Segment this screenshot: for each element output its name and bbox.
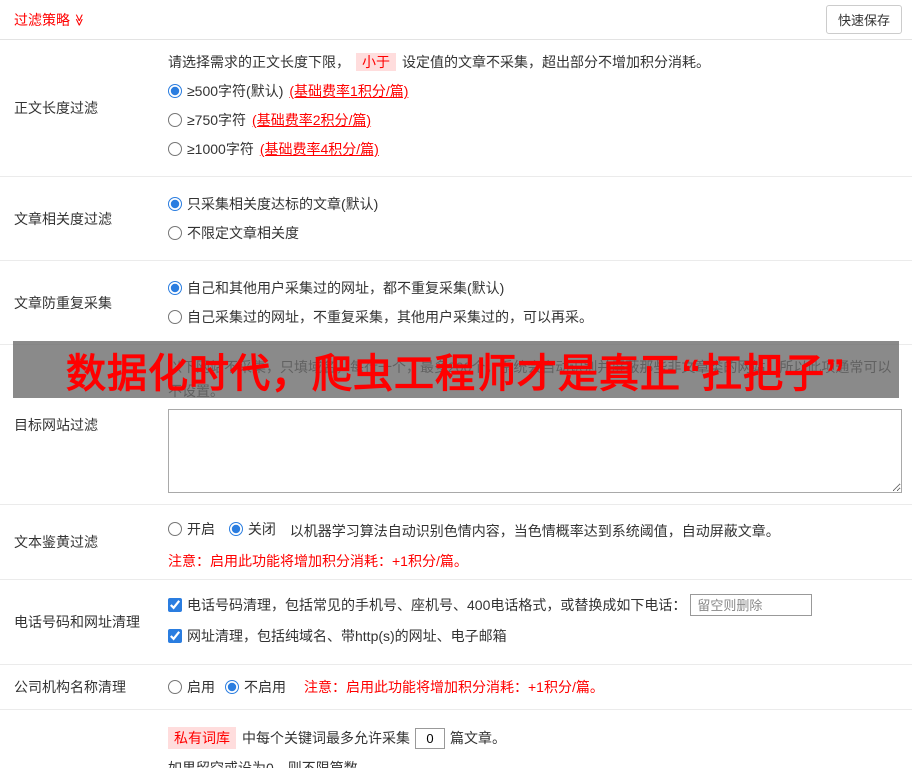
keyword-dedup-content: 私有词库 中每个关键词最多允许采集 篇文章。 如果留空或设为0，则不限篇数。 如…: [168, 710, 912, 768]
company-cleanup-note: 注意：启用此功能将增加积分消耗：+1积分/篇。: [304, 679, 604, 695]
company-cleanup-label: 公司机构名称清理: [14, 679, 126, 695]
length-radio-750[interactable]: [168, 113, 182, 127]
intro-text-pre: 请选择需求的正文长度下限，: [168, 54, 350, 70]
length-option-1000[interactable]: ≥1000字符 (基础费率4积分/篇): [168, 139, 902, 159]
row-dedup-filter: 文章防重复采集 自己和其他用户采集过的网址，都不重复采集(默认) 自己采集过的网…: [0, 261, 912, 345]
porn-option-on-label: 开启: [187, 521, 215, 537]
page-title[interactable]: 过滤策略 ≫: [14, 10, 86, 30]
phone-url-cleanup-content: 电话号码清理，包括常见的手机号、座机号、400电话格式，或替换成如下电话： 网址…: [168, 580, 912, 664]
relevance-option-strict[interactable]: 只采集相关度达标的文章(默认): [168, 194, 902, 214]
porn-option-off[interactable]: 关闭: [228, 519, 276, 539]
company-option-on-label: 启用: [187, 679, 215, 695]
url-cleanup-label: 网址清理，包括纯域名、带http(s)的网址、电子邮箱: [187, 628, 507, 644]
length-option-750-label: ≥750字符: [187, 112, 247, 128]
length-option-500-label: ≥500字符(默认): [187, 83, 284, 99]
relevance-radio-any[interactable]: [168, 226, 182, 240]
length-filter-label: 正文长度过滤: [14, 100, 98, 116]
company-radio-on[interactable]: [168, 680, 182, 694]
row-relevance-filter: 文章相关度过滤 只采集相关度达标的文章(默认) 不限定文章相关度: [0, 177, 912, 261]
row-keyword-dedup: 关键词防重复采集 私有词库 中每个关键词最多允许采集 篇文章。 如果留空或设为0…: [0, 710, 912, 768]
relevance-radio-strict[interactable]: [168, 197, 182, 211]
collapse-icon[interactable]: ≫: [72, 13, 86, 26]
length-option-500-fee-note: (基础费率1积分/篇): [289, 83, 409, 99]
porn-option-off-label: 关闭: [247, 521, 276, 537]
company-radio-off[interactable]: [225, 680, 239, 694]
porn-radio-off[interactable]: [228, 522, 243, 536]
length-filter-content: 请选择需求的正文长度下限， 小于 设定值的文章不采集，超出部分不增加积分消耗。 ≥5…: [168, 40, 912, 176]
phone-cleanup-line: 电话号码清理，包括常见的手机号、座机号、400电话格式，或替换成如下电话：: [168, 594, 902, 616]
filter-strategy-page: 过滤策略 ≫ 快速保存 正文长度过滤 请选择需求的正文长度下限， 小于 设定值的文章…: [0, 0, 912, 768]
phone-url-cleanup-label: 电话号码和网址清理: [14, 614, 140, 630]
length-option-1000-label: ≥1000字符: [187, 141, 254, 157]
dedup-option-self-label: 自己采集过的网址，不重复采集，其他用户采集过的，可以再采。: [187, 309, 593, 325]
relevance-filter-label: 文章相关度过滤: [14, 210, 112, 227]
top-bar: 过滤策略 ≫ 快速保存: [0, 0, 912, 40]
porn-option-on[interactable]: 开启: [168, 519, 215, 539]
porn-filter-note: 注意：启用此功能将增加积分消耗：+1积分/篇。: [168, 553, 468, 569]
company-option-off[interactable]: 不启用: [225, 677, 286, 697]
length-option-500[interactable]: ≥500字符(默认) (基础费率1积分/篇): [168, 81, 902, 101]
keyword-dedup-label: 关键词防重复采集: [0, 710, 168, 768]
replacement-phone-input[interactable]: [690, 594, 813, 616]
keyword-count-input[interactable]: [415, 727, 445, 749]
row-phone-url-cleanup: 电话号码和网址清理 电话号码清理，包括常见的手机号、座机号、400电话格式，或替…: [0, 580, 912, 665]
quick-save-button[interactable]: 快速保存: [825, 5, 902, 34]
phone-cleanup-checkbox[interactable]: [168, 598, 182, 612]
porn-filter-content: 开启 关闭 以机器学习算法自动识别色情内容，当色情概率达到系统阈值，自动屏蔽文章…: [168, 505, 912, 579]
keyword-limit-suffix: 篇文章。: [450, 730, 506, 746]
length-option-1000-fee-note: (基础费率4积分/篇): [259, 141, 379, 157]
relevance-option-any-label: 不限定文章相关度: [187, 225, 299, 241]
porn-filter-label: 文本鉴黄过滤: [14, 534, 98, 550]
dedup-filter-label: 文章防重复采集: [14, 294, 112, 311]
row-porn-filter: 文本鉴黄过滤 开启 关闭 以机器学习算法自动识别色情内容，当色情概率达到系统阈值…: [0, 505, 912, 580]
dedup-option-global[interactable]: 自己和其他用户采集过的网址，都不重复采集(默认): [168, 278, 902, 298]
porn-filter-desc: 以机器学习算法自动识别色情内容，当色情概率达到系统阈值，自动屏蔽文章。: [289, 523, 780, 539]
row-length-filter: 正文长度过滤 请选择需求的正文长度下限， 小于 设定值的文章不采集，超出部分不增加积…: [0, 40, 912, 177]
phone-cleanup-label: 电话号码清理，包括常见的手机号、座机号、400电话格式，或替换成如下电话：: [187, 597, 687, 613]
relevance-option-strict-label: 只采集相关度达标的文章(默认): [187, 196, 379, 212]
porn-filter-options: 开启 关闭 以机器学习算法自动识别色情内容，当色情概率达到系统阈值，自动屏蔽文章…: [168, 517, 902, 541]
length-radio-500[interactable]: [168, 84, 182, 98]
company-cleanup-content: 启用 不启用 注意：启用此功能将增加积分消耗：+1积分/篇。: [168, 665, 912, 709]
keyword-rule-unlimited: 如果留空或设为0，则不限篇数。: [168, 760, 372, 768]
blocked-domains-textarea[interactable]: [168, 409, 902, 493]
intro-highlight: 小于: [356, 53, 396, 71]
length-option-750[interactable]: ≥750字符 (基础费率2积分/篇): [168, 110, 902, 130]
dedup-radio-self[interactable]: [168, 310, 182, 324]
page-title-text: 过滤策略: [14, 11, 70, 28]
row-company-cleanup: 公司机构名称清理 启用 不启用 注意：启用此功能将增加积分消耗：+1积分/篇。: [0, 665, 912, 710]
dedup-filter-content: 自己和其他用户采集过的网址，都不重复采集(默认) 自己采集过的网址，不重复采集，…: [168, 261, 912, 344]
relevance-filter-content: 只采集相关度达标的文章(默认) 不限定文章相关度: [168, 177, 912, 260]
length-option-750-fee-note: (基础费率2积分/篇): [252, 112, 372, 128]
overlay-ad-banner: 数据化时代，爬虫工程师才是真正“扛把子”: [13, 341, 899, 398]
length-radio-1000[interactable]: [168, 142, 182, 156]
keyword-limit-text: 中每个关键词最多允许采集: [242, 730, 410, 746]
relevance-option-any[interactable]: 不限定文章相关度: [168, 223, 902, 243]
company-option-off-label: 不启用: [244, 679, 286, 695]
url-cleanup-line: 网址清理，包括纯域名、带http(s)的网址、电子邮箱: [168, 626, 902, 646]
dedup-radio-global[interactable]: [168, 281, 182, 295]
intro-text-post: 设定值的文章不采集，超出部分不增加积分消耗。: [402, 54, 710, 70]
url-cleanup-checkbox[interactable]: [168, 629, 182, 643]
dedup-option-self[interactable]: 自己采集过的网址，不重复采集，其他用户采集过的，可以再采。: [168, 307, 902, 327]
porn-radio-on[interactable]: [168, 522, 182, 536]
overlay-ad-banner-text: 数据化时代，爬虫工程师才是真正“扛把子”: [66, 351, 846, 396]
length-filter-intro: 请选择需求的正文长度下限， 小于 设定值的文章不采集，超出部分不增加积分消耗。: [168, 52, 902, 72]
keyword-limit-line: 私有词库 中每个关键词最多允许采集 篇文章。: [168, 727, 902, 749]
private-lexicon-badge: 私有词库: [168, 727, 236, 749]
dedup-option-global-label: 自己和其他用户采集过的网址，都不重复采集(默认): [187, 280, 505, 296]
company-option-on[interactable]: 启用: [168, 677, 215, 697]
